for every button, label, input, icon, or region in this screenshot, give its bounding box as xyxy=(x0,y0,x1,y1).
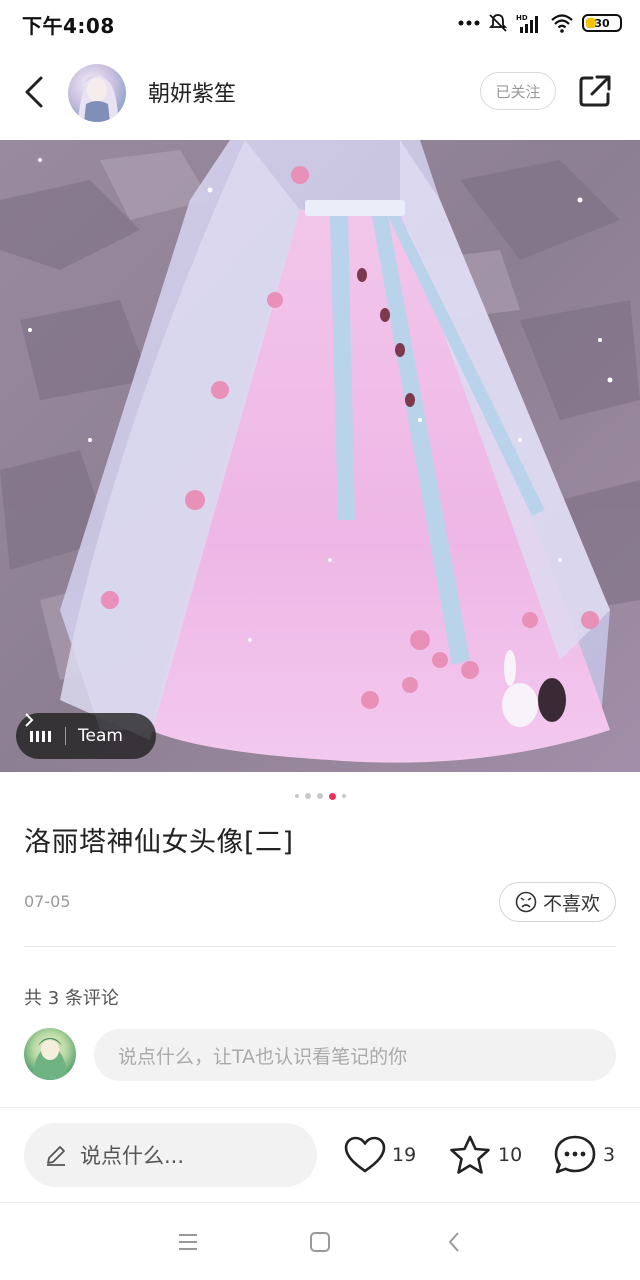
team-badge[interactable]: Team xyxy=(16,713,156,759)
back-nav-icon xyxy=(449,1232,459,1252)
pager-dot-active xyxy=(328,792,336,800)
team-label: Team xyxy=(78,726,123,746)
pager-dot xyxy=(341,794,346,798)
say-something-input[interactable]: 说点什么... xyxy=(24,1123,317,1187)
dislike-face-icon xyxy=(515,891,537,913)
comment-count: 共 3 条评论 xyxy=(24,988,119,1009)
comment-button[interactable]: 3 xyxy=(553,1132,615,1178)
signal-icon: HD xyxy=(516,14,538,33)
audio-bars-icon xyxy=(30,730,51,742)
menu-nav-button[interactable] xyxy=(175,1229,201,1255)
status-bar: 下午4:08 HD 30 xyxy=(0,0,640,46)
like-button[interactable]: 19 xyxy=(344,1132,416,1178)
photo-pager xyxy=(0,792,640,800)
avatar-image xyxy=(78,75,118,122)
dislike-button[interactable]: 不喜欢 xyxy=(499,882,616,922)
heart-icon xyxy=(344,1136,386,1173)
author-avatar[interactable] xyxy=(68,64,126,122)
pager-dot xyxy=(304,793,311,799)
author-name[interactable]: 朝妍紫笙 xyxy=(148,76,236,108)
note-title: 洛丽塔神仙女头像[二] xyxy=(24,827,294,858)
status-icons: HD 30 xyxy=(458,12,622,34)
pager-dot xyxy=(316,793,323,799)
back-icon xyxy=(25,76,43,108)
content-divider xyxy=(24,946,616,947)
chevron-right-icon xyxy=(25,713,34,727)
home-nav-icon xyxy=(310,1232,330,1252)
status-time: 下午4:08 xyxy=(22,14,115,38)
network-label: HD xyxy=(516,14,528,22)
pager-dot xyxy=(294,794,299,798)
back-nav-button[interactable] xyxy=(441,1229,467,1255)
note-header: 朝妍紫笙 已关注 xyxy=(0,46,640,186)
menu-nav-icon xyxy=(179,1234,197,1250)
note-photo[interactable]: Team xyxy=(0,140,640,772)
user-avatar xyxy=(24,1028,76,1080)
note-date: 07-05 xyxy=(24,892,71,911)
collect-button[interactable]: 10 xyxy=(448,1132,522,1178)
like-count: 19 xyxy=(392,1144,417,1166)
user-avatar-image xyxy=(32,1038,68,1080)
badge-separator xyxy=(65,727,66,745)
comment-count-number: 3 xyxy=(603,1144,616,1166)
bottom-action-bar: 说点什么... 19 10 3 xyxy=(0,1108,640,1202)
collect-count: 10 xyxy=(498,1144,523,1166)
home-nav-button[interactable] xyxy=(307,1229,333,1255)
system-nav-bar xyxy=(0,1202,640,1280)
star-icon xyxy=(450,1135,490,1174)
mute-icon xyxy=(488,14,508,32)
battery-level: 30 xyxy=(594,16,610,30)
dislike-label: 不喜欢 xyxy=(542,892,600,915)
comment-bubble-icon xyxy=(554,1135,596,1174)
say-placeholder: 说点什么... xyxy=(80,1144,185,1168)
comment-input[interactable]: 说点什么，让TA也认识看笔记的你 xyxy=(94,1029,616,1081)
more-dots-icon xyxy=(458,20,480,26)
share-icon xyxy=(579,75,611,107)
pencil-icon xyxy=(47,1146,65,1166)
battery-icon: 30 xyxy=(582,14,622,32)
back-button[interactable] xyxy=(18,72,50,112)
follow-button[interactable]: 已关注 xyxy=(480,72,556,110)
share-button[interactable] xyxy=(576,72,614,110)
hanfu-dress-image xyxy=(0,140,640,772)
wifi-icon xyxy=(551,14,573,33)
